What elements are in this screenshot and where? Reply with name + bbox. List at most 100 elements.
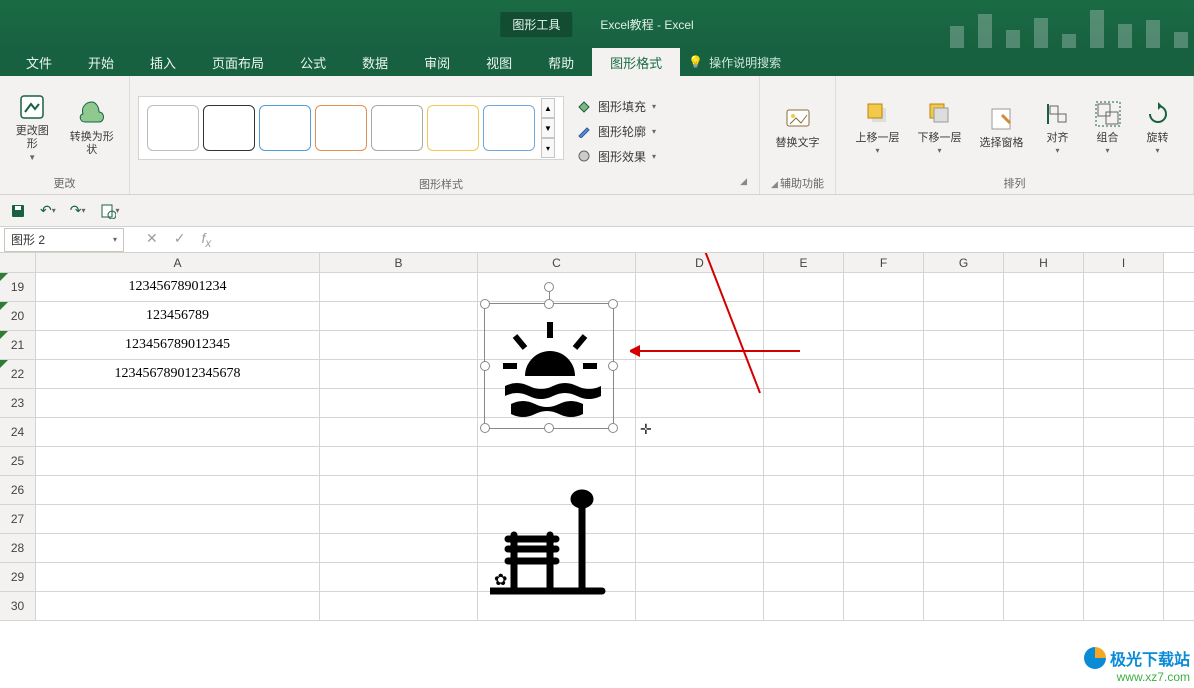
cell[interactable]: [764, 505, 844, 533]
undo-button[interactable]: ↶ ▾: [40, 202, 56, 219]
cell[interactable]: [36, 563, 320, 591]
style-preset-7[interactable]: [483, 105, 535, 151]
cell[interactable]: [924, 418, 1004, 446]
dialog-launcher-icon[interactable]: ◢: [771, 179, 778, 189]
row-header-19[interactable]: 19: [0, 273, 36, 301]
shape-outline-button[interactable]: 图形轮廓 ▾: [576, 123, 656, 140]
cell[interactable]: [320, 592, 478, 620]
cell[interactable]: [924, 302, 1004, 330]
cell[interactable]: [636, 563, 764, 591]
cell[interactable]: [636, 476, 764, 504]
cell[interactable]: [1004, 273, 1084, 301]
row-header-21[interactable]: 21: [0, 331, 36, 359]
cell[interactable]: [320, 476, 478, 504]
cell[interactable]: [320, 563, 478, 591]
cell[interactable]: [1004, 418, 1084, 446]
cell[interactable]: [924, 360, 1004, 388]
style-preset-3[interactable]: [259, 105, 311, 151]
cell[interactable]: [36, 418, 320, 446]
rotate-handle[interactable]: [544, 282, 554, 292]
cell[interactable]: [1004, 563, 1084, 591]
gallery-more[interactable]: ▾: [541, 138, 555, 158]
shape-effects-button[interactable]: 图形效果 ▾: [576, 148, 656, 165]
cell[interactable]: [924, 505, 1004, 533]
cell[interactable]: [924, 447, 1004, 475]
cell[interactable]: [1004, 505, 1084, 533]
cell[interactable]: [764, 476, 844, 504]
cell[interactable]: [844, 476, 924, 504]
cell[interactable]: [636, 592, 764, 620]
resize-handle[interactable]: [608, 299, 618, 309]
cell[interactable]: [1084, 418, 1164, 446]
cell[interactable]: [636, 273, 764, 301]
group-button[interactable]: 组合▾: [1088, 96, 1128, 158]
cell[interactable]: [636, 389, 764, 417]
cell[interactable]: [924, 389, 1004, 417]
column-header-E[interactable]: E: [764, 253, 844, 272]
worksheet-grid[interactable]: ABCDEFGHI 191234567890123420123456789211…: [0, 253, 1194, 688]
tab-pagelayout[interactable]: 页面布局: [194, 48, 282, 77]
row-header-26[interactable]: 26: [0, 476, 36, 504]
dialog-launcher-icon[interactable]: ◢: [740, 176, 747, 192]
cell[interactable]: [636, 360, 764, 388]
resize-handle[interactable]: [608, 423, 618, 433]
cell[interactable]: [1084, 505, 1164, 533]
resize-handle[interactable]: [480, 423, 490, 433]
style-preset-6[interactable]: [427, 105, 479, 151]
tab-formulas[interactable]: 公式: [282, 48, 344, 77]
resize-handle[interactable]: [608, 361, 618, 371]
cell[interactable]: [764, 563, 844, 591]
cell[interactable]: [1004, 476, 1084, 504]
tab-review[interactable]: 审阅: [406, 48, 468, 77]
rotate-button[interactable]: 旋转▾: [1138, 96, 1178, 158]
cell[interactable]: [764, 273, 844, 301]
cell[interactable]: [1084, 563, 1164, 591]
align-button[interactable]: 对齐▾: [1038, 96, 1078, 158]
cell[interactable]: [844, 563, 924, 591]
tab-graphics-format[interactable]: 图形格式: [592, 48, 680, 77]
resize-handle[interactable]: [480, 299, 490, 309]
row-header-29[interactable]: 29: [0, 563, 36, 591]
column-header-F[interactable]: F: [844, 253, 924, 272]
cell[interactable]: [636, 505, 764, 533]
tab-view[interactable]: 视图: [468, 48, 530, 77]
cell[interactable]: [320, 418, 478, 446]
cell[interactable]: [844, 389, 924, 417]
tell-me[interactable]: 💡 操作说明搜索: [688, 54, 781, 71]
gallery-scroll-down[interactable]: ▼: [541, 118, 555, 138]
cell[interactable]: [636, 302, 764, 330]
cell[interactable]: [764, 331, 844, 359]
cell[interactable]: [1084, 302, 1164, 330]
resize-handle[interactable]: [480, 361, 490, 371]
cell[interactable]: 12345678901234: [36, 273, 320, 301]
tab-file[interactable]: 文件: [8, 48, 70, 77]
column-header-D[interactable]: D: [636, 253, 764, 272]
selection-pane-button[interactable]: 选择窗格: [976, 101, 1028, 152]
bring-forward-button[interactable]: 上移一层▾: [852, 96, 904, 158]
cell[interactable]: [764, 360, 844, 388]
row-header-20[interactable]: 20: [0, 302, 36, 330]
cell[interactable]: [320, 302, 478, 330]
cell[interactable]: [1084, 360, 1164, 388]
column-header-A[interactable]: A: [36, 253, 320, 272]
cell[interactable]: [764, 447, 844, 475]
select-all-corner[interactable]: [0, 253, 36, 272]
cell[interactable]: [1084, 447, 1164, 475]
resize-handle[interactable]: [544, 423, 554, 433]
cell[interactable]: [764, 534, 844, 562]
formula-input[interactable]: [229, 228, 1194, 252]
row-header-22[interactable]: 22: [0, 360, 36, 388]
tab-home[interactable]: 开始: [70, 48, 132, 77]
row-header-24[interactable]: 24: [0, 418, 36, 446]
column-header-B[interactable]: B: [320, 253, 478, 272]
cell[interactable]: [478, 273, 636, 301]
cell[interactable]: [1084, 331, 1164, 359]
cell[interactable]: 123456789: [36, 302, 320, 330]
row-header-28[interactable]: 28: [0, 534, 36, 562]
cell[interactable]: [36, 592, 320, 620]
tab-data[interactable]: 数据: [344, 48, 406, 77]
style-preset-2[interactable]: [203, 105, 255, 151]
selected-shape-sunset[interactable]: [484, 303, 614, 429]
cancel-formula-button[interactable]: ✕: [146, 230, 158, 250]
tab-help[interactable]: 帮助: [530, 48, 592, 77]
